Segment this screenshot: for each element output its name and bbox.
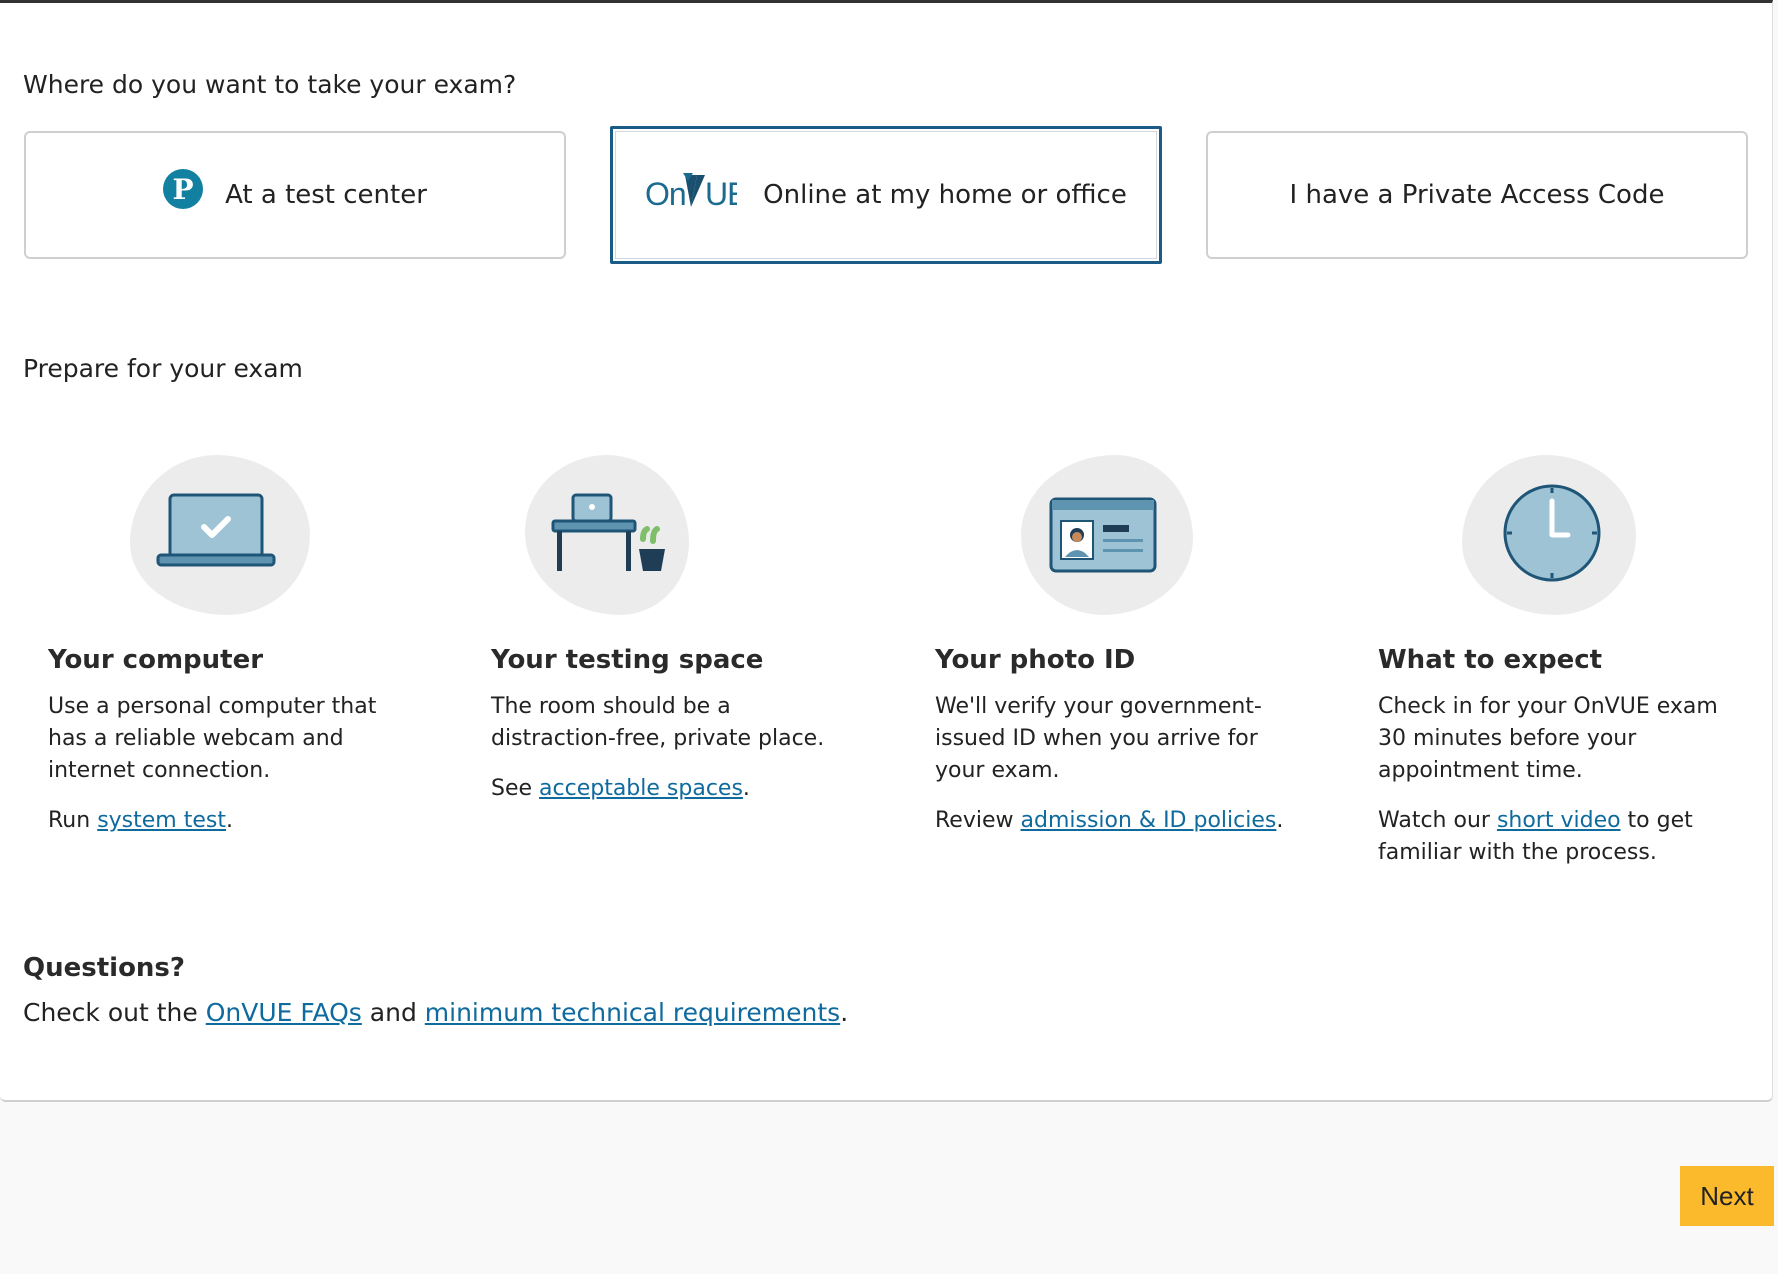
tile-testing-space-text: The room should be a distraction-free, p…	[491, 694, 825, 751]
tile-photo-id-title: Your photo ID	[935, 645, 1136, 675]
questions-heading: Questions?	[23, 953, 185, 983]
option-test-center[interactable]: P At a test center	[24, 131, 566, 259]
tile-what-to-expect: What to expect Check in for your OnVUE e…	[1378, 455, 1758, 869]
option-online[interactable]: On UE Online at my home or office	[610, 126, 1162, 264]
tile-what-to-expect-action: Watch our short video to get familiar wi…	[1378, 808, 1693, 865]
onvue-logo-icon: On UE	[645, 172, 749, 212]
tile-testing-space-action: See acceptable spaces.	[491, 776, 750, 801]
next-button[interactable]: Next	[1680, 1166, 1774, 1226]
tile-photo-id: Your photo ID We'll verify your governme…	[935, 455, 1315, 837]
prepare-heading: Prepare for your exam	[23, 354, 303, 383]
short-video-link[interactable]: short video	[1497, 808, 1621, 833]
tile-testing-space: Your testing space The room should be a …	[491, 455, 871, 805]
questions-text: Check out the OnVUE FAQs and minimum tec…	[23, 998, 849, 1027]
system-test-link[interactable]: system test	[97, 808, 226, 833]
onvue-logo-ue: UE	[705, 176, 737, 211]
acceptable-spaces-link[interactable]: acceptable spaces	[539, 776, 743, 801]
onvue-logo: On UE	[645, 171, 749, 220]
tile-testing-space-title: Your testing space	[491, 645, 764, 675]
laptop-check-icon	[130, 455, 310, 615]
option-private-access-code-label: I have a Private Access Code	[1289, 180, 1665, 210]
tile-computer-action: Run system test.	[48, 808, 233, 833]
tile-computer: Your computer Use a personal computer th…	[48, 455, 428, 837]
onvue-faqs-link[interactable]: OnVUE FAQs	[206, 998, 362, 1027]
minimum-technical-requirements-link[interactable]: minimum technical requirements	[425, 998, 840, 1027]
option-private-access-code[interactable]: I have a Private Access Code	[1206, 131, 1748, 259]
admission-id-policies-link[interactable]: admission & ID policies	[1021, 808, 1277, 833]
clock-icon	[1462, 455, 1636, 615]
option-online-label: Online at my home or office	[763, 180, 1127, 210]
tile-computer-title: Your computer	[48, 645, 264, 675]
option-test-center-label: At a test center	[225, 180, 427, 210]
tile-computer-text: Use a personal computer that has a relia…	[48, 694, 377, 783]
tile-photo-id-text: We'll verify your government-issued ID w…	[935, 694, 1262, 783]
id-card-icon	[1021, 455, 1193, 615]
location-question: Where do you want to take your exam?	[23, 70, 517, 99]
tile-what-to-expect-title: What to expect	[1378, 645, 1603, 675]
pearson-logo-icon: P	[163, 169, 204, 209]
tile-photo-id-action: Review admission & ID policies.	[935, 808, 1284, 833]
desk-icon	[525, 455, 689, 615]
tile-what-to-expect-text: Check in for your OnVUE exam 30 minutes …	[1378, 694, 1718, 783]
onvue-logo-on: On	[645, 176, 686, 211]
main-card: Where do you want to take your exam? P A…	[0, 0, 1773, 1102]
